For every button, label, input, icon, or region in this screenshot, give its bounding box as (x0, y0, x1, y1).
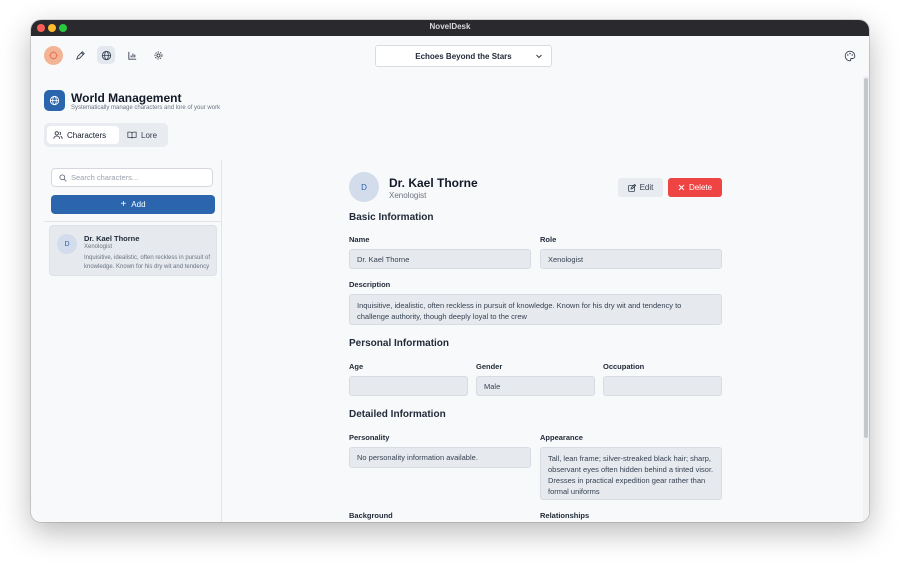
appearance-label: Appearance (540, 433, 583, 442)
character-name: Dr. Kael Thorne (84, 234, 140, 243)
search-icon (59, 174, 67, 182)
close-icon (678, 184, 685, 191)
add-character-button[interactable]: + Add (51, 195, 215, 214)
stats-tool-button[interactable] (123, 46, 141, 64)
character-search (51, 168, 213, 187)
gender-label: Gender (476, 362, 503, 371)
occupation-field[interactable] (603, 376, 722, 396)
page-title: World Management (71, 91, 182, 105)
toolbar: Echoes Beyond the Stars (31, 36, 869, 76)
book-open-icon (127, 131, 137, 139)
age-label: Age (349, 362, 364, 371)
role-field[interactable]: Xenologist (540, 249, 722, 269)
search-input[interactable] (71, 171, 206, 184)
tab-characters[interactable]: Characters (47, 126, 119, 144)
tab-lore[interactable]: Lore (121, 126, 165, 144)
role-label: Role (540, 235, 557, 244)
list-item[interactable]: D Dr. Kael Thorne Xenologist Inquisitive… (49, 225, 217, 276)
character-role: Xenologist (84, 244, 113, 250)
relationships-label: Relationships (540, 511, 590, 520)
sidebar-divider (221, 160, 222, 522)
gear-icon (154, 51, 162, 59)
detail-role: Xenologist (389, 191, 427, 200)
edit-button[interactable]: Edit (618, 178, 663, 197)
pen-icon (75, 50, 85, 60)
age-field[interactable] (349, 376, 468, 396)
sidebar-separator (44, 221, 221, 222)
app-title: NovelDesk (429, 22, 471, 31)
tab-bar: Characters Lore (44, 123, 168, 147)
bar-chart-icon (127, 51, 136, 60)
page-subtitle: Systematically manage characters and lor… (71, 105, 221, 111)
detail-name: Dr. Kael Thorne (389, 176, 478, 190)
gender-field[interactable]: Male (476, 376, 595, 396)
occupation-label: Occupation (603, 362, 645, 371)
avatar: D (57, 234, 77, 254)
globe-icon (49, 95, 60, 106)
delete-button-label: Delete (688, 183, 713, 192)
basic-info-heading: Basic Information (349, 212, 434, 223)
world-tool-button[interactable] (97, 46, 115, 64)
description-field[interactable]: Inquisitive, idealistic, often reckless … (349, 294, 722, 325)
description-label: Description (349, 280, 391, 289)
app-window: NovelDesk Echoes Beyond the Stars World … (31, 20, 869, 522)
background-label: Background (349, 511, 393, 520)
character-description: Inquisitive, idealistic, often reckless … (84, 255, 211, 270)
tab-characters-label: Characters (67, 130, 107, 140)
world-header-icon (44, 90, 65, 111)
name-label: Name (349, 235, 370, 244)
book-title: Echoes Beyond the Stars (415, 51, 512, 61)
scrollbar-thumb[interactable] (864, 78, 868, 438)
plus-icon: + (120, 198, 127, 210)
globe-icon (101, 50, 111, 60)
personal-info-heading: Personal Information (349, 338, 450, 349)
title-bar: NovelDesk (31, 20, 869, 36)
write-tool-button[interactable] (71, 46, 89, 64)
app-logo-button[interactable] (44, 46, 63, 65)
name-field[interactable]: Dr. Kael Thorne (349, 249, 531, 269)
edit-button-label: Edit (639, 183, 654, 192)
edit-icon (627, 183, 636, 192)
palette-icon[interactable] (844, 50, 856, 62)
detailed-info-heading: Detailed Information (349, 409, 446, 420)
personality-field[interactable]: No personality information available. (349, 447, 531, 468)
delete-button[interactable]: Delete (668, 178, 722, 197)
appearance-field[interactable]: Tall, lean frame; silver-streaked black … (540, 447, 722, 500)
add-button-label: Add (131, 200, 146, 209)
detail-avatar: D (349, 172, 379, 202)
chevron-down-icon (536, 54, 542, 59)
tab-lore-label: Lore (141, 130, 158, 140)
book-selector[interactable]: Echoes Beyond the Stars (375, 45, 552, 67)
personality-label: Personality (349, 433, 390, 442)
settings-tool-button[interactable] (149, 46, 167, 64)
users-icon (53, 131, 63, 139)
logo-icon (49, 51, 58, 60)
